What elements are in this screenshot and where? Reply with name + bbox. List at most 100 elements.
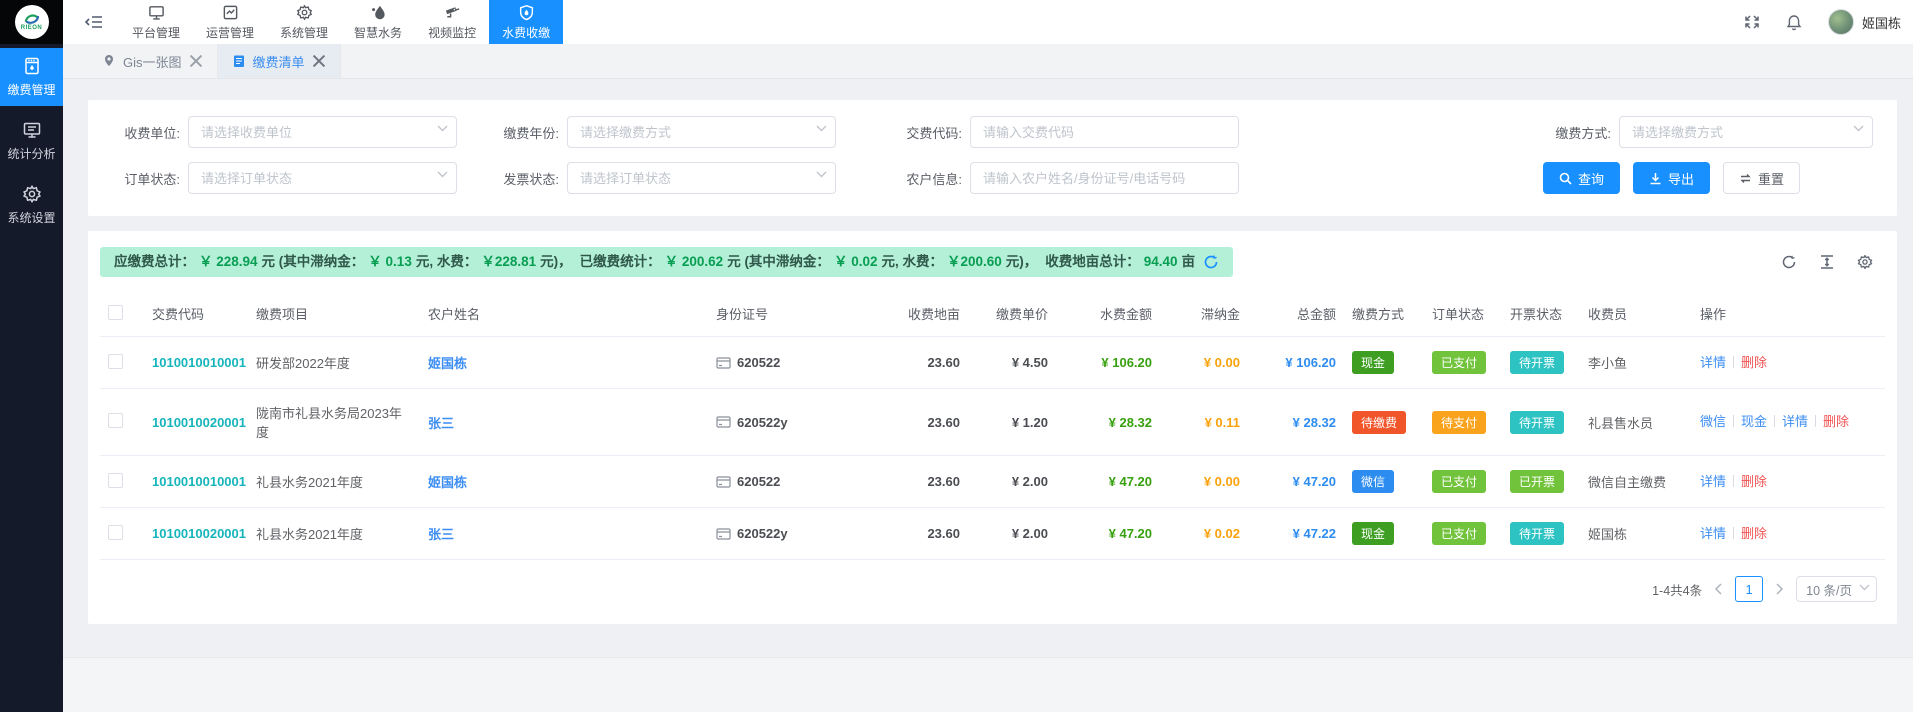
row-height-icon[interactable]: [1819, 254, 1835, 270]
close-icon[interactable]: [312, 54, 326, 68]
order-status-select[interactable]: [188, 162, 457, 194]
detail-link[interactable]: 详情: [1700, 355, 1726, 370]
farmer-link[interactable]: 张三: [428, 527, 454, 542]
page-size-select[interactable]: 10 条/页: [1796, 576, 1877, 602]
filter-payment-code: 交费代码:: [894, 116, 1239, 148]
payment-method-select[interactable]: [1619, 116, 1873, 148]
gear-icon: [296, 4, 313, 21]
cell-late-fee: ¥ 0.02: [1160, 508, 1248, 560]
filter-buttons: 查询 导出 重置: [1543, 162, 1873, 194]
nav-water-fee[interactable]: 水费收缴: [489, 0, 563, 44]
user-menu[interactable]: 姬国栋: [1828, 9, 1901, 35]
cash-pay-link[interactable]: 现金: [1741, 414, 1767, 429]
sidebar-item-statistics[interactable]: 统计分析: [0, 112, 63, 170]
fullscreen-icon[interactable]: [1744, 14, 1760, 30]
nav-system[interactable]: 系统管理: [267, 0, 341, 44]
detail-link[interactable]: 详情: [1700, 526, 1726, 541]
row-checkbox[interactable]: [108, 525, 123, 540]
sidebar-item-label: 系统设置: [7, 209, 55, 226]
row-checkbox[interactable]: [108, 413, 123, 428]
col-header: 收费员: [1580, 291, 1692, 337]
nav-label: 平台管理: [132, 24, 180, 41]
cell-id-number: 620522y: [737, 526, 788, 541]
search-button[interactable]: 查询: [1543, 162, 1620, 194]
payment-code-input[interactable]: [970, 116, 1239, 148]
next-page-icon[interactable]: [1775, 583, 1784, 595]
notification-bell-icon[interactable]: [1786, 14, 1802, 31]
col-header: 操作: [1692, 291, 1885, 337]
page-number[interactable]: 1: [1735, 576, 1763, 602]
row-actions: 微信现金详情删除: [1700, 412, 1852, 432]
cell-collector: 微信自主缴费: [1580, 456, 1692, 508]
sidebar-item-label: 统计分析: [7, 145, 55, 162]
sidebar-item-payment[interactable]: 缴费管理: [0, 48, 63, 106]
nav-smart-water[interactable]: 智慧水务: [341, 0, 415, 44]
summary-value: ￥ 0.13: [364, 252, 416, 272]
filter-invoice-status: 发票状态:: [491, 162, 836, 194]
col-header: 开票状态: [1502, 291, 1580, 337]
divider: [1733, 415, 1734, 427]
table-row: 1010010010001 研发部2022年度 姬国栋 620522 23.60…: [100, 337, 1885, 389]
summary-value: ￥228.81: [477, 252, 540, 272]
row-checkbox[interactable]: [108, 354, 123, 369]
prev-page-icon[interactable]: [1714, 583, 1723, 595]
summary-bar: 应缴费总计：￥ 228.94元 (其中滞纳金：￥ 0.13元, 水费：￥228.…: [100, 247, 1233, 277]
order-status-badge: 待支付: [1432, 411, 1486, 434]
user-name: 姬国栋: [1862, 13, 1901, 32]
cell-late-fee: ¥ 0.00: [1160, 456, 1248, 508]
cell-code[interactable]: 1010010010001: [144, 456, 248, 508]
delete-link[interactable]: 删除: [1823, 414, 1849, 429]
payment-year-select[interactable]: [567, 116, 836, 148]
close-icon[interactable]: [189, 54, 203, 68]
detail-link[interactable]: 详情: [1700, 474, 1726, 489]
cell-unit-price: ¥ 2.00: [968, 456, 1056, 508]
wechat-pay-link[interactable]: 微信: [1700, 414, 1726, 429]
delete-link[interactable]: 删除: [1741, 355, 1767, 370]
summary-label: 亩: [1182, 252, 1196, 272]
delete-link[interactable]: 删除: [1741, 526, 1767, 541]
id-card-icon: [716, 528, 731, 540]
filter-order-status: 订单状态:: [112, 162, 457, 194]
select-all-checkbox[interactable]: [108, 305, 123, 320]
document-icon: [232, 54, 246, 68]
id-card-icon: [716, 357, 731, 369]
farmer-link[interactable]: 姬国栋: [428, 475, 467, 490]
tab-gis-map[interactable]: Gis一张图: [88, 44, 218, 78]
nav-operations[interactable]: 运营管理: [193, 0, 267, 44]
top-nav: 平台管理 运营管理 系统管理 智慧水务 视频监控 水费收缴: [119, 0, 563, 44]
cell-code[interactable]: 1010010020001: [144, 508, 248, 560]
tab-payment-list[interactable]: 缴费清单: [218, 44, 341, 78]
table-row: 1010010020001 礼县水务2021年度 张三 620522y 23.6…: [100, 508, 1885, 560]
farmer-link[interactable]: 姬国栋: [428, 356, 467, 371]
farmer-info-input[interactable]: [970, 162, 1239, 194]
filter-label: 缴费年份:: [491, 123, 567, 142]
summary-refresh-icon[interactable]: [1203, 254, 1219, 270]
cell-code[interactable]: 1010010010001: [144, 337, 248, 389]
reset-button[interactable]: 重置: [1723, 162, 1800, 194]
col-header: 总金额: [1248, 291, 1344, 337]
cell-total: ¥ 106.20: [1248, 337, 1344, 389]
nav-platform[interactable]: 平台管理: [119, 0, 193, 44]
settings-gear-icon[interactable]: [1857, 254, 1873, 270]
cell-code[interactable]: 1010010020001: [144, 389, 248, 456]
divider: [1733, 475, 1734, 487]
collapse-menu-icon[interactable]: [63, 0, 119, 44]
shield-icon: [518, 4, 535, 21]
nav-video[interactable]: 视频监控: [415, 0, 489, 44]
charge-unit-select[interactable]: [188, 116, 457, 148]
summary-label: 已缴费统计：: [572, 252, 661, 272]
summary-label: 收费地亩总计：: [1037, 252, 1140, 272]
invoice-status-select[interactable]: [567, 162, 836, 194]
payment-table: 交费代码 缴费项目 农户姓名 身份证号 收费地亩 缴费单价 水费金额 滞纳金 总…: [100, 291, 1885, 560]
monitor-icon: [148, 4, 165, 21]
cell-project: 研发部2022年度: [248, 337, 420, 389]
farmer-link[interactable]: 张三: [428, 416, 454, 431]
export-button[interactable]: 导出: [1633, 162, 1710, 194]
refresh-icon[interactable]: [1781, 254, 1797, 270]
sidebar-item-settings[interactable]: 系统设置: [0, 176, 63, 234]
detail-link[interactable]: 详情: [1782, 414, 1808, 429]
row-checkbox[interactable]: [108, 473, 123, 488]
delete-link[interactable]: 删除: [1741, 474, 1767, 489]
order-status-badge: 已支付: [1432, 470, 1486, 493]
order-status-badge: 已支付: [1432, 351, 1486, 374]
